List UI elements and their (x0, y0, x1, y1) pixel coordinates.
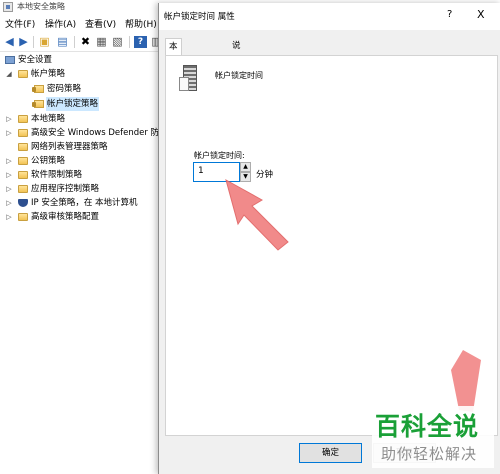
tree-item-label: 安全设置 (18, 55, 53, 65)
expand-arrow-icon[interactable]: ▷ (5, 154, 13, 168)
expand-arrow-icon[interactable]: ▷ (5, 168, 13, 182)
export-icon[interactable]: ▧ (111, 36, 124, 48)
dialog-title: 帐户锁定时间 属性 (164, 12, 235, 22)
tree-item-label: 应用程序控制策略 (31, 184, 100, 194)
tree-item-label: 帐户锁定策略 (46, 97, 100, 111)
dialog-title-bar: 帐户锁定时间 属性 ? X (159, 3, 500, 30)
menu-file[interactable]: 文件(F) (5, 17, 35, 30)
toolbar-separator (129, 36, 130, 48)
policy-folder-icon (32, 85, 44, 93)
show-tree-icon[interactable]: ▤ (56, 36, 69, 48)
tree-item-label: IP 安全策略，在 本地计算机 (31, 198, 138, 208)
toolbar: ◀ ▶ ▣ ▤ ✖ ▦ ▧ ? ▥ (0, 33, 162, 52)
expand-arrow-icon[interactable]: ▷ (5, 126, 13, 140)
menu-action[interactable]: 操作(A) (45, 17, 76, 30)
app-icon (3, 2, 13, 12)
folder-icon (18, 115, 28, 123)
folder-icon (18, 157, 28, 165)
policy-folder-icon (32, 100, 44, 108)
tree-item-label: 软件限制策略 (31, 170, 83, 180)
watermark-subtitle: 助你轻松解决 (381, 445, 478, 463)
properties-icon[interactable]: ▦ (95, 36, 108, 48)
tab-local-security-setting[interactable]: 本地安全设置 (165, 38, 182, 132)
tree-item-label: 本地策略 (31, 114, 66, 124)
policy-tree: 安全设置 ◢ 帐户策略 密码策略 帐户锁定策略 ▷ 本地策略 ▷ 高级安全 Wi… (0, 53, 160, 474)
folder-icon (18, 213, 28, 221)
security-settings-icon (5, 56, 15, 64)
expand-arrow-icon[interactable]: ▷ (5, 112, 13, 126)
watermark-title: 百科全说 (375, 412, 480, 441)
folder-icon (18, 143, 28, 151)
tree-item-label: 网络列表管理器策略 (31, 142, 108, 152)
ip-security-icon (18, 199, 28, 207)
policy-name: 帐户锁定时间 (215, 71, 263, 80)
tab-explain[interactable]: 说明 (229, 38, 244, 67)
forward-icon[interactable]: ▶ (17, 36, 30, 48)
tree-item-label: 密码策略 (47, 84, 82, 94)
collapse-arrow-icon[interactable]: ◢ (5, 67, 13, 81)
menu-bar: 文件(F) 操作(A) 查看(V) 帮助(H) (0, 15, 160, 31)
expand-arrow-icon[interactable]: ▷ (5, 210, 13, 224)
toolbar-separator (74, 36, 75, 48)
expand-arrow-icon[interactable]: ▷ (5, 196, 13, 210)
ok-button[interactable]: 确定 (299, 443, 362, 463)
watermark: 百科全说 助你轻松解决 (372, 406, 494, 468)
toolbar-separator (33, 36, 34, 48)
spin-up-icon[interactable]: ▲ (240, 162, 251, 172)
folder-icon (18, 70, 28, 78)
policy-server-icon (179, 65, 199, 93)
mmc-title: 本地安全策略 (17, 2, 65, 11)
delete-icon[interactable]: ✖ (79, 36, 92, 48)
lockout-duration-label: 帐户锁定时间: (194, 151, 245, 160)
menu-view[interactable]: 查看(V) (85, 17, 116, 30)
tree-item-label: 高级审核策略配置 (31, 212, 100, 222)
back-icon[interactable]: ◀ (3, 36, 16, 48)
folder-icon (18, 185, 28, 193)
tree-item-label: 帐户策略 (31, 69, 66, 79)
expand-arrow-icon[interactable]: ▷ (5, 182, 13, 196)
menu-help[interactable]: 帮助(H) (125, 17, 157, 30)
help-icon[interactable]: ? (134, 36, 147, 48)
up-folder-icon[interactable]: ▣ (38, 36, 51, 48)
tree-item-label: 公钥策略 (31, 156, 66, 166)
tree-item-label: 高级安全 Windows Defender 防 (31, 128, 160, 138)
close-button[interactable]: X (477, 8, 485, 21)
folder-icon (18, 171, 28, 179)
pointer-arrow-icon (225, 178, 289, 251)
help-button[interactable]: ? (447, 9, 452, 20)
folder-icon (18, 129, 28, 137)
